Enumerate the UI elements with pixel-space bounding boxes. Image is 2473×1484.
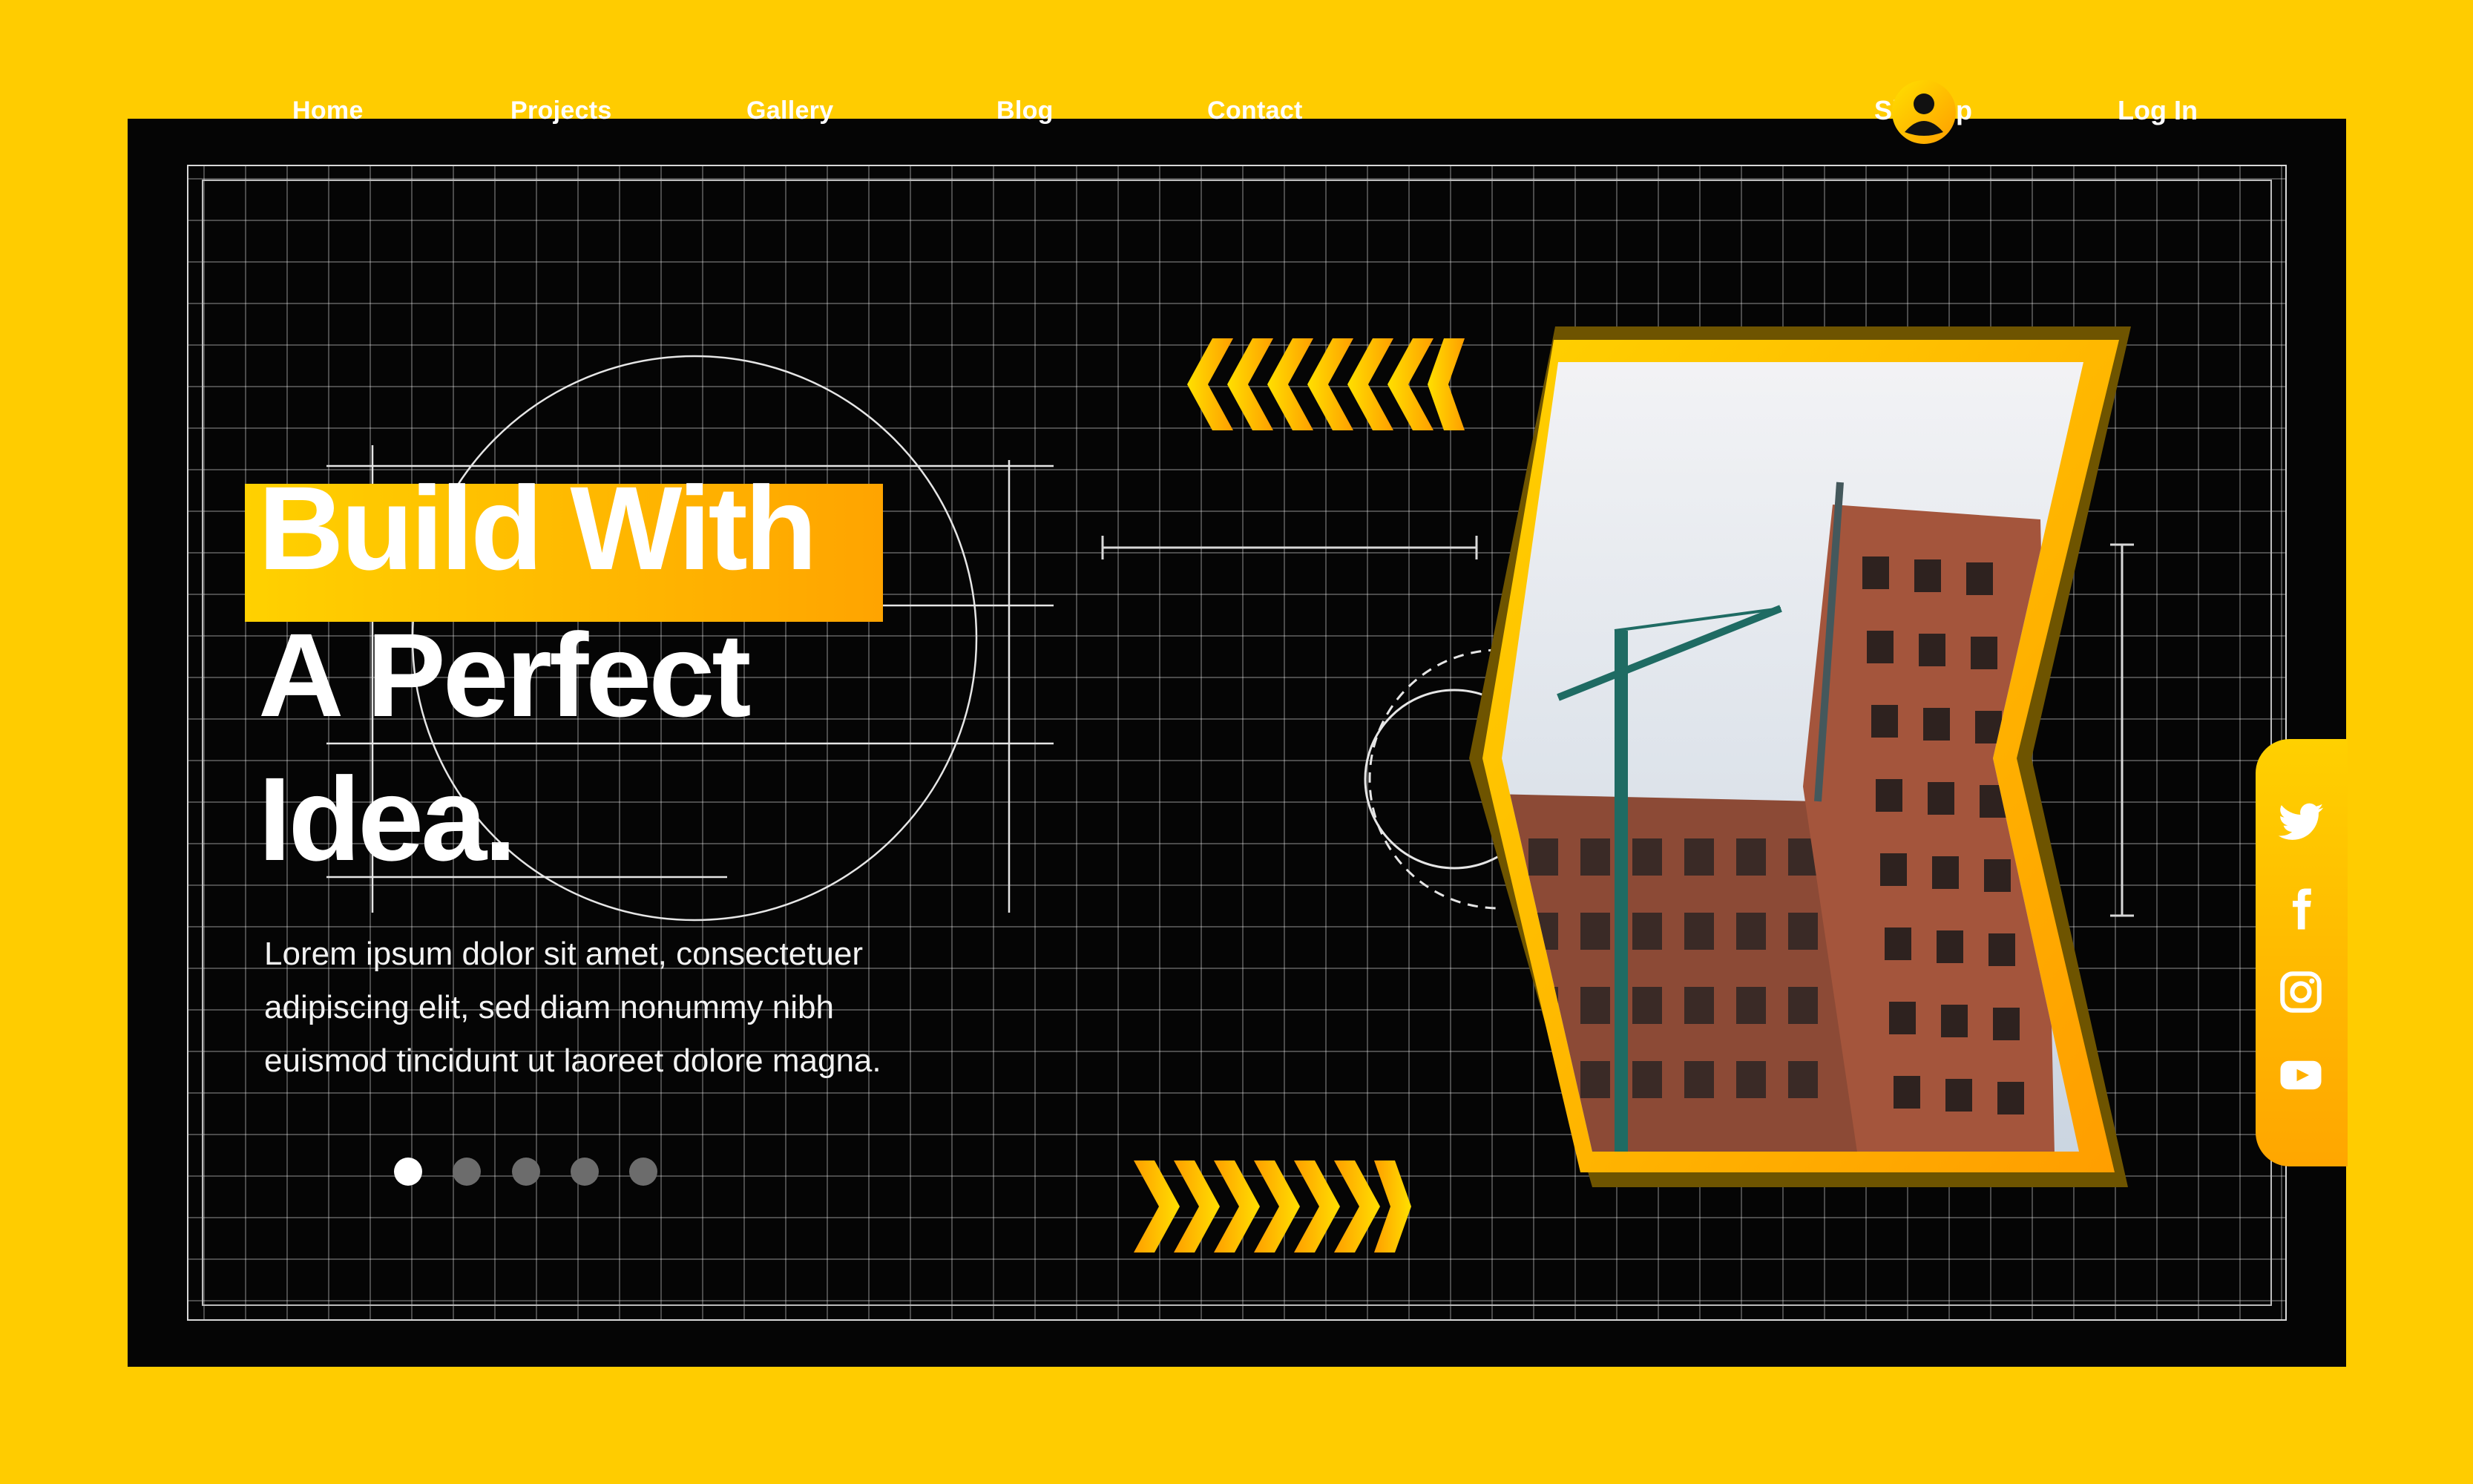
login-link[interactable]: Log In xyxy=(2118,95,2198,126)
login-label: Log In xyxy=(2118,95,2198,125)
twitter-icon[interactable] xyxy=(2276,798,2325,847)
youtube-icon[interactable] xyxy=(2276,1051,2325,1100)
description-line-2: adipiscing elit, sed diam nonummy nibh xyxy=(264,989,834,1025)
social-sidebar xyxy=(2256,739,2348,1166)
nav-contact[interactable]: Contact xyxy=(1207,96,1303,125)
nav-blog[interactable]: Blog xyxy=(996,96,1054,125)
description-line-1: Lorem ipsum dolor sit amet, consectetuer xyxy=(264,936,864,972)
nav-gallery[interactable]: Gallery xyxy=(746,96,833,125)
nav-home[interactable]: Home xyxy=(292,96,364,125)
chevrons-left-icon xyxy=(1187,338,1465,430)
slider-dot-4[interactable] xyxy=(571,1158,599,1186)
construction-image xyxy=(1469,326,2131,1187)
facebook-icon[interactable] xyxy=(2276,884,2325,933)
slider-dot-2[interactable] xyxy=(453,1158,481,1186)
headline-line-1: Build With xyxy=(258,462,817,594)
description-line-3: euismod tincidunt ut laoreet dolore magn… xyxy=(264,1043,881,1079)
user-avatar[interactable] xyxy=(1892,80,1956,144)
nav-projects[interactable]: Projects xyxy=(510,96,612,125)
user-icon xyxy=(1905,93,1943,136)
dimension-line-horizontal xyxy=(1101,536,1478,559)
slider-dot-3[interactable] xyxy=(512,1158,540,1186)
headline-line-2: A Perfect xyxy=(258,608,752,741)
slider-dot-1[interactable] xyxy=(394,1158,422,1186)
slider-dot-5[interactable] xyxy=(629,1158,657,1186)
headline-line-3: Idea. xyxy=(258,752,517,885)
instagram-icon[interactable] xyxy=(2276,968,2325,1017)
chevrons-right-icon xyxy=(1134,1160,1411,1252)
hero-description: Lorem ipsum dolor sit amet, consectetuer… xyxy=(264,928,976,1088)
